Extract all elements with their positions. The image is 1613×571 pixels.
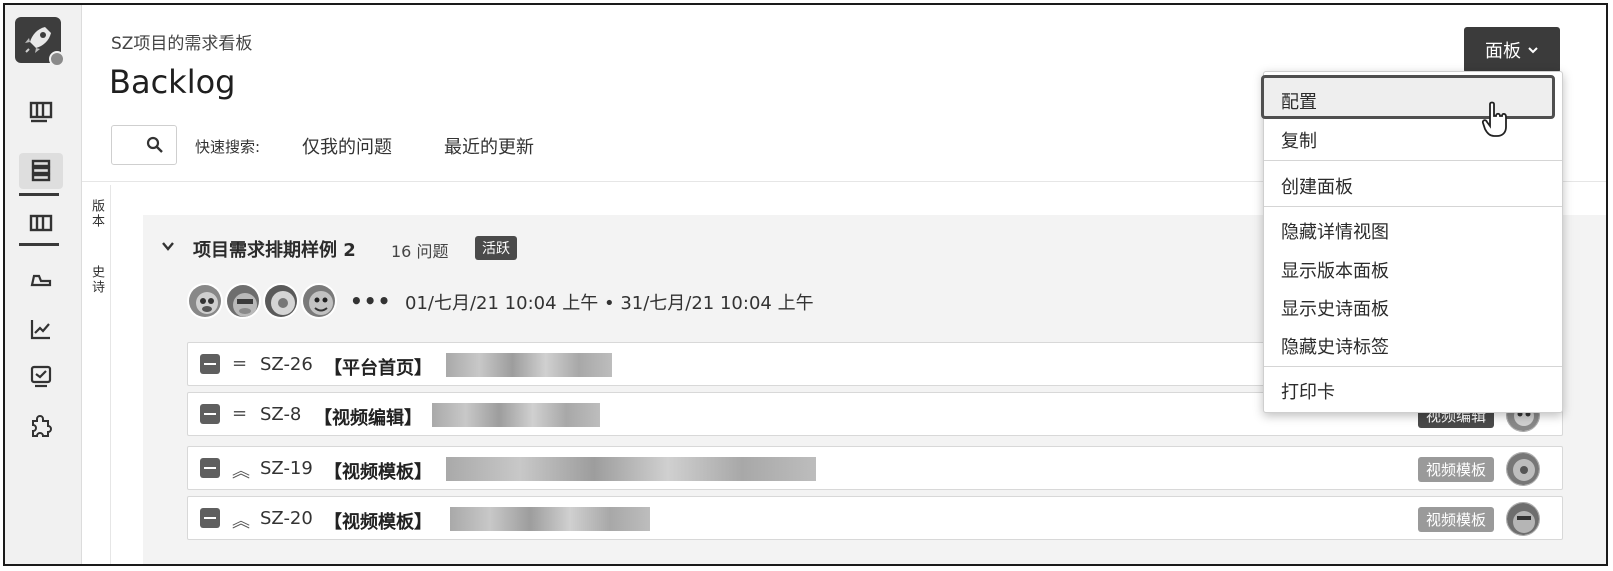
columns-underline	[19, 243, 59, 246]
menu-item-print-cards[interactable]: 打印卡	[1281, 378, 1335, 404]
priority-medium-icon: =	[232, 353, 248, 374]
menu-item-configure[interactable]: 配置	[1281, 88, 1317, 114]
assignee-avatar[interactable]	[1506, 452, 1540, 486]
menu-item-show-version-panel[interactable]: 显示版本面板	[1281, 257, 1389, 283]
addons-icon	[32, 415, 52, 437]
issues-icon	[30, 365, 52, 388]
menu-divider	[1264, 160, 1562, 161]
reports-icon	[30, 320, 50, 340]
redacted-summary	[446, 457, 816, 481]
priority-high-icon: ︽	[232, 511, 250, 532]
priority-medium-icon: =	[232, 403, 248, 424]
sprint-name[interactable]: 项目需求排期样例 2	[193, 236, 356, 262]
table-row[interactable]: ︽ SZ-19 【视频模板】 视频模板	[187, 446, 1563, 490]
epic-label[interactable]: 视频模板	[1417, 507, 1494, 532]
sprint-status-badge: 活跃	[475, 236, 517, 260]
issue-summary: 【视频模板】	[324, 512, 432, 533]
sidebar-item-reports[interactable]	[19, 311, 63, 347]
menu-divider	[1264, 366, 1562, 367]
backlog-icon	[31, 159, 51, 182]
story-type-icon	[200, 508, 220, 528]
project-status-badge	[49, 51, 65, 67]
menu-item-show-epic-panel[interactable]: 显示史诗面板	[1281, 295, 1389, 321]
issue-key[interactable]: SZ-26	[260, 354, 313, 375]
sidebar-item-issues[interactable]	[19, 359, 63, 395]
sidebar-item-board[interactable]	[19, 93, 63, 129]
issue-summary: 【平台首页】	[324, 358, 432, 379]
search-input[interactable]	[111, 125, 177, 165]
issue-key[interactable]: SZ-8	[260, 404, 301, 425]
tab-epics[interactable]: 史诗	[87, 265, 106, 295]
menu-item-create-board[interactable]: 创建面板	[1281, 173, 1353, 199]
avatar[interactable]	[225, 283, 261, 319]
story-type-icon	[200, 404, 220, 424]
releases-icon	[30, 274, 52, 287]
menu-divider	[1264, 206, 1562, 207]
redacted-summary	[450, 507, 650, 531]
redacted-summary	[446, 353, 612, 377]
menu-item-copy[interactable]: 复制	[1281, 127, 1317, 153]
breadcrumb[interactable]: SZ项目的需求看板	[111, 29, 252, 54]
sidebar-item-addons[interactable]	[19, 409, 63, 445]
quick-filter-recent-updates[interactable]: 最近的更新	[444, 133, 534, 159]
story-type-icon	[200, 458, 220, 478]
hand-cursor-icon	[1481, 101, 1507, 137]
app-window: SZ项目的需求看板 Backlog 快速搜索: 仅我的问题 最近的更新 面板 版…	[3, 3, 1608, 566]
story-type-icon	[200, 354, 220, 374]
quick-search-label: 快速搜索:	[195, 138, 261, 156]
collapse-chevron-icon[interactable]	[161, 239, 175, 253]
chevron-down-icon	[1528, 47, 1538, 54]
tab-versions[interactable]: 版本	[87, 199, 106, 229]
project-sidebar	[5, 5, 82, 564]
avatar[interactable]	[187, 283, 223, 319]
issue-summary: 【视频模板】	[324, 462, 432, 483]
user-avatar-icon	[1507, 453, 1539, 485]
table-row[interactable]: ︽ SZ-20 【视频模板】 视频模板	[187, 496, 1563, 540]
search-icon	[146, 136, 163, 153]
board-button-label: 面板	[1485, 41, 1521, 62]
user-avatar-icon	[1507, 503, 1539, 535]
epic-label[interactable]: 视频模板	[1417, 457, 1494, 482]
assignee-avatar[interactable]	[1506, 502, 1540, 536]
sidebar-item-releases[interactable]	[19, 261, 63, 297]
more-assignees-button[interactable]: •••	[350, 289, 391, 313]
menu-item-hide-detail-view[interactable]: 隐藏详情视图	[1281, 218, 1389, 244]
columns-icon	[29, 214, 53, 232]
menu-item-hide-epic-labels[interactable]: 隐藏史诗标签	[1281, 333, 1389, 359]
avatar[interactable]	[263, 283, 299, 319]
sprint-dates: 01/七月/21 10:04 上午 • 31/七月/21 10:04 上午	[405, 293, 814, 314]
page-title: Backlog	[109, 63, 236, 101]
issue-key[interactable]: SZ-20	[260, 508, 313, 529]
board-icon	[29, 101, 53, 123]
issue-summary: 【视频编辑】	[314, 408, 422, 429]
board-menu-button[interactable]: 面板	[1464, 27, 1560, 73]
side-panel-tabs: 版本 史诗	[82, 185, 108, 564]
issue-key[interactable]: SZ-19	[260, 458, 313, 479]
quick-filter-my-issues[interactable]: 仅我的问题	[302, 133, 392, 159]
side-panel-divider	[110, 185, 111, 564]
active-indicator	[19, 193, 59, 196]
rocket-icon	[25, 27, 51, 53]
sidebar-item-columns[interactable]	[19, 207, 63, 243]
sidebar-item-backlog[interactable]	[19, 153, 63, 189]
avatar[interactable]	[301, 283, 337, 319]
redacted-summary	[432, 403, 600, 427]
priority-high-icon: ︽	[232, 461, 250, 482]
sprint-issue-count: 16 问题	[391, 242, 449, 261]
